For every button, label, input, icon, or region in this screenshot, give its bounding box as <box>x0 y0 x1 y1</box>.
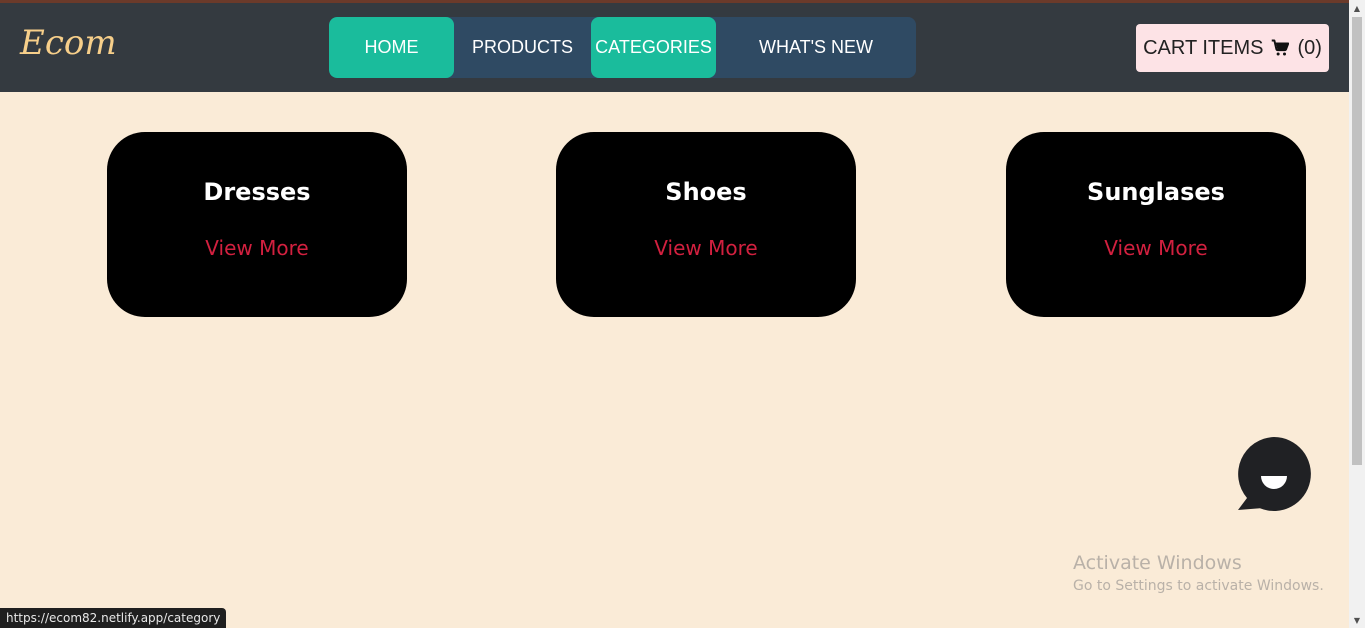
scroll-down-arrow-icon[interactable]: ▼ <box>1349 612 1365 628</box>
brand-logo[interactable]: Ecom <box>20 23 117 63</box>
nav-home[interactable]: HOME <box>329 17 454 78</box>
category-title: Sunglases <box>1087 178 1225 206</box>
cart-label: CART ITEMS <box>1143 36 1264 59</box>
category-card-dresses: Dresses View More <box>107 132 407 317</box>
cart-icon <box>1271 39 1290 57</box>
category-title: Shoes <box>665 178 747 206</box>
nav-products[interactable]: PRODUCTS <box>454 17 591 78</box>
category-card-shoes: Shoes View More <box>556 132 856 317</box>
category-card-sunglases: Sunglases View More <box>1006 132 1306 317</box>
navbar: Ecom HOME PRODUCTS CATEGORIES WHAT'S NEW… <box>0 3 1349 92</box>
cart-button[interactable]: CART ITEMS (0) <box>1136 24 1329 72</box>
vertical-scrollbar[interactable]: ▲ ▼ <box>1349 0 1365 628</box>
view-more-link[interactable]: View More <box>107 236 407 260</box>
watermark-subtitle: Go to Settings to activate Windows. <box>1073 578 1324 594</box>
view-more-link[interactable]: View More <box>1006 236 1306 260</box>
status-bar-url: https://ecom82.netlify.app/category <box>0 608 227 628</box>
windows-activation-watermark: Activate Windows Go to Settings to activ… <box>1073 552 1324 594</box>
view-more-link[interactable]: View More <box>556 236 856 260</box>
watermark-title: Activate Windows <box>1073 552 1242 574</box>
chat-bubble-icon[interactable] <box>1236 436 1312 512</box>
cart-count: (0) <box>1297 36 1322 59</box>
nav-whats-new[interactable]: WHAT'S NEW <box>716 17 916 78</box>
nav-categories[interactable]: CATEGORIES <box>591 17 716 78</box>
scroll-thumb[interactable] <box>1352 17 1362 465</box>
category-title: Dresses <box>203 178 311 206</box>
scroll-up-arrow-icon[interactable]: ▲ <box>1349 0 1365 16</box>
nav-menu: HOME PRODUCTS CATEGORIES WHAT'S NEW <box>329 17 916 78</box>
